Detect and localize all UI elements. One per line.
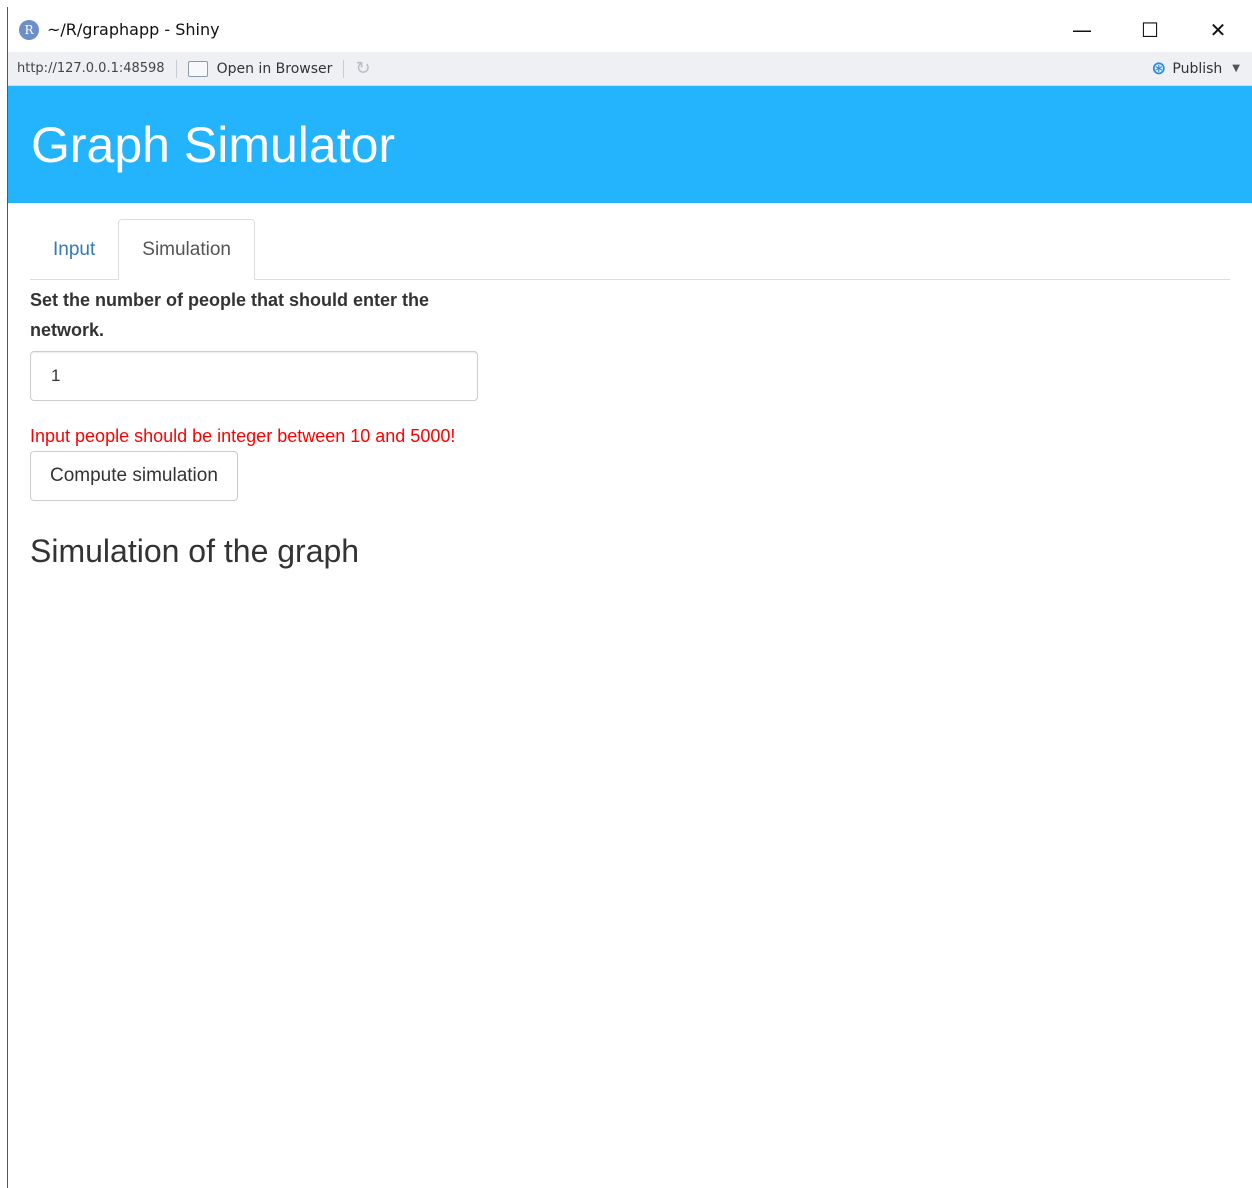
- refresh-icon[interactable]: ↻: [355, 58, 370, 79]
- publish-button[interactable]: ⊛ Publish ▼: [1151, 58, 1240, 79]
- compute-simulation-button[interactable]: Compute simulation: [30, 451, 238, 501]
- app-window: R ~/R/graphapp - Shiny — ☐ ✕ http://127.…: [7, 7, 1252, 1188]
- browser-window-icon: [187, 60, 208, 77]
- validation-error: Input people should be integer between 1…: [30, 426, 456, 446]
- url-display: http://127.0.0.1:48598: [17, 61, 165, 76]
- tab-input[interactable]: Input: [30, 219, 118, 280]
- maximize-button[interactable]: ☐: [1116, 7, 1184, 52]
- people-number-input[interactable]: 1: [30, 351, 478, 401]
- publish-icon: ⊛: [1151, 58, 1167, 79]
- title-bar: R ~/R/graphapp - Shiny — ☐ ✕: [8, 7, 1252, 52]
- chevron-down-icon[interactable]: ▼: [1232, 63, 1240, 74]
- toolbar-divider: [175, 59, 177, 78]
- r-logo-icon: R: [19, 19, 39, 40]
- window-title: ~/R/graphapp - Shiny: [47, 20, 220, 39]
- minimize-button[interactable]: —: [1048, 7, 1116, 52]
- app-header: Graph Simulator: [8, 86, 1252, 203]
- page-title: Graph Simulator: [31, 116, 396, 173]
- section-heading: Simulation of the graph: [30, 533, 360, 569]
- open-in-browser-button[interactable]: Open in Browser: [187, 60, 333, 77]
- open-in-browser-label: Open in Browser: [216, 60, 333, 77]
- tab-simulation[interactable]: Simulation: [118, 219, 255, 280]
- toolbar-divider: [343, 59, 345, 78]
- publish-label: Publish: [1172, 60, 1223, 77]
- window-controls: — ☐ ✕: [1048, 7, 1252, 52]
- people-input-label: Set the number of people that should ent…: [30, 290, 430, 340]
- main-content: Input Simulation Set the number of peopl…: [8, 218, 1252, 570]
- viewer-toolbar: http://127.0.0.1:48598 Open in Browser ↻…: [8, 52, 1252, 86]
- tab-bar: Input Simulation: [30, 218, 1230, 280]
- close-button[interactable]: ✕: [1184, 7, 1252, 52]
